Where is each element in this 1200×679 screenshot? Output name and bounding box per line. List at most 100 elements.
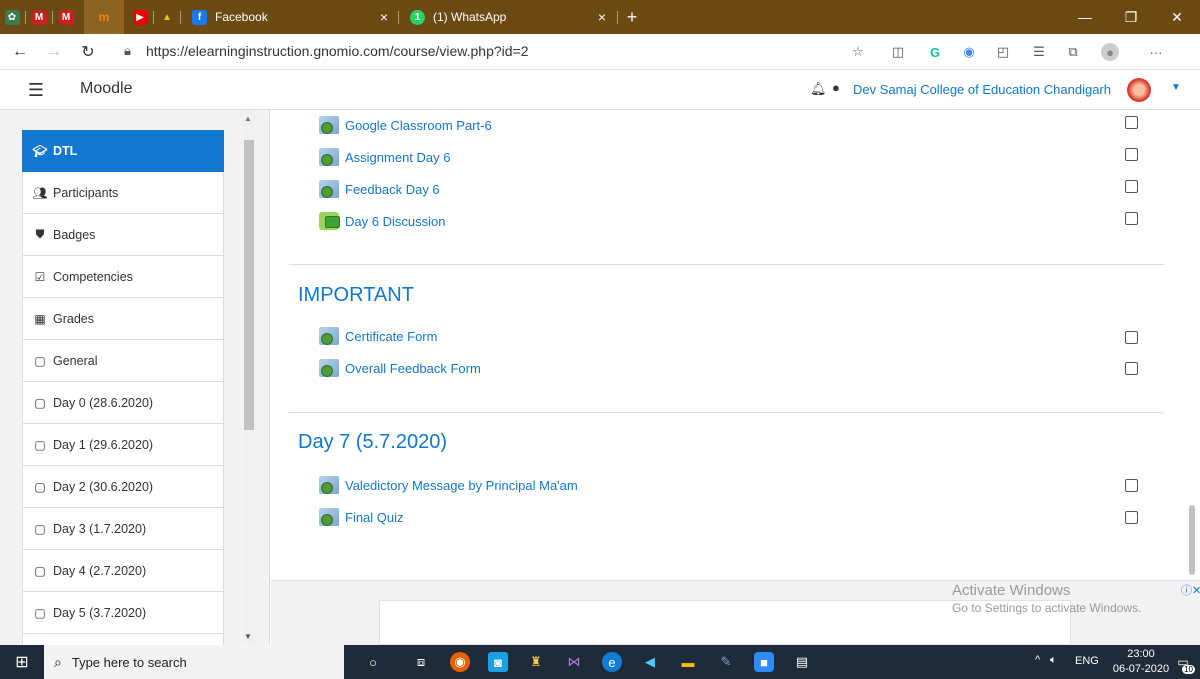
scroll-up-icon[interactable]: ▲ bbox=[244, 114, 252, 123]
tab-pinned-drive[interactable]: ▲ bbox=[155, 0, 179, 34]
refresh-button[interactable]: ↻ bbox=[72, 34, 104, 70]
activity-link[interactable]: Final Quiz bbox=[319, 506, 404, 528]
activity-link[interactable]: Feedback Day 6 bbox=[319, 178, 440, 200]
favorites-list-icon[interactable]: ☰ bbox=[1030, 43, 1048, 61]
activate-windows-watermark: Activate Windows bbox=[952, 582, 1071, 599]
scroll-down-icon[interactable]: ▼ bbox=[244, 632, 252, 641]
gmail-icon: M bbox=[58, 9, 74, 25]
sidebar-item-participants[interactable]: 👥︎ Participants bbox=[22, 172, 224, 214]
user-name[interactable]: Dev Samaj College of Education Chandigar… bbox=[853, 82, 1111, 97]
sidebar-item-grades[interactable]: ▦ Grades bbox=[22, 298, 224, 340]
file-explorer-icon[interactable]: ▬ bbox=[678, 652, 698, 672]
user-avatar[interactable] bbox=[1127, 78, 1151, 102]
close-icon[interactable]: × bbox=[598, 9, 606, 25]
back-button[interactable]: ← bbox=[4, 34, 36, 70]
notepad-icon[interactable]: ▤ bbox=[792, 652, 812, 672]
sidebar-item-label: Day 3 (1.7.2020) bbox=[53, 521, 147, 536]
activity-link[interactable]: Certificate Form bbox=[319, 325, 437, 347]
edge-icon[interactable]: e bbox=[602, 652, 622, 672]
favorite-star-icon[interactable]: ☆ bbox=[849, 43, 867, 61]
sidebar-item-day-3-1-7-2020[interactable]: ▢ Day 3 (1.7.2020) bbox=[22, 508, 224, 550]
app-icon[interactable]: ◙ bbox=[488, 652, 508, 672]
sidebar-item-day-1-29-6-2020[interactable]: ▢ Day 1 (29.6.2020) bbox=[22, 424, 224, 466]
action-center-icon[interactable]: ▭ 10 bbox=[1173, 652, 1195, 674]
restore-button[interactable]: ❐ bbox=[1108, 0, 1154, 34]
completion-checkbox[interactable] bbox=[1125, 148, 1138, 161]
content-scrollbar-thumb[interactable] bbox=[1189, 505, 1195, 575]
tab-pinned-gmail-2[interactable]: M bbox=[54, 0, 78, 34]
cortana-icon[interactable]: ○ bbox=[363, 652, 383, 672]
visual-studio-icon[interactable]: ⋈ bbox=[564, 652, 584, 672]
chevron-down-icon[interactable]: ▼ bbox=[1171, 82, 1181, 93]
completion-checkbox[interactable] bbox=[1125, 116, 1138, 129]
windows-start-icon[interactable]: ⊞ bbox=[0, 645, 44, 679]
tab-pinned-1[interactable]: ✿ bbox=[0, 0, 24, 34]
app-icon[interactable]: ✎ bbox=[716, 652, 736, 672]
show-hidden-icons-icon[interactable]: ^ bbox=[1035, 654, 1040, 666]
url-field[interactable]: https://elearninginstruction.gnomio.com/… bbox=[146, 43, 529, 59]
completion-checkbox[interactable] bbox=[1125, 180, 1138, 193]
sidebar-item-dtl[interactable]: 🎓︎ DTL bbox=[22, 130, 224, 172]
menu-toggle-icon[interactable]: ☰ bbox=[20, 74, 52, 106]
whatsapp-icon: 1 bbox=[410, 9, 425, 25]
page-icon bbox=[319, 359, 339, 377]
sidebar-item-competencies[interactable]: ☑ Competencies bbox=[22, 256, 224, 298]
language-indicator[interactable]: ENG bbox=[1075, 655, 1099, 667]
profile-icon[interactable]: ● bbox=[1101, 43, 1119, 61]
task-view-icon[interactable]: ⧈ bbox=[411, 652, 431, 672]
volume-icon[interactable]: 🔈︎ bbox=[1050, 654, 1057, 667]
sidebar-scrollbar-thumb[interactable] bbox=[244, 140, 254, 430]
completion-checkbox[interactable] bbox=[1125, 331, 1138, 344]
windows-taskbar: ⊞ ⌕ Type here to search ○ ⧈ ◉ ◙ ♜ ⋈ e ◀ … bbox=[0, 645, 1200, 679]
paint-icon[interactable]: ♜ bbox=[526, 652, 546, 672]
google-drive-icon: ▲ bbox=[162, 11, 172, 23]
clock-date[interactable]: 06-07-2020 bbox=[1107, 663, 1175, 675]
firefox-icon[interactable]: ◉ bbox=[450, 652, 470, 672]
close-icon[interactable]: × bbox=[380, 9, 388, 25]
taskbar-search-box[interactable]: ⌕ Type here to search bbox=[44, 645, 344, 679]
activity-link[interactable]: Day 6 Discussion bbox=[319, 210, 445, 232]
completion-checkbox[interactable] bbox=[1125, 479, 1138, 492]
grammarly-icon[interactable]: G bbox=[926, 43, 944, 61]
collections-button-icon[interactable]: ⧉ bbox=[1064, 43, 1082, 61]
sidebar-item-general[interactable]: ▢ General bbox=[22, 340, 224, 382]
tab-facebook[interactable]: f Facebook × bbox=[182, 0, 398, 34]
sidebar-item-day-0-28-6-2020[interactable]: ▢ Day 0 (28.6.2020) bbox=[22, 382, 224, 424]
minimize-button[interactable]: — bbox=[1062, 0, 1108, 34]
collections-icon[interactable]: ◰ bbox=[994, 43, 1012, 61]
activity-label: Final Quiz bbox=[345, 509, 404, 525]
tab-separator bbox=[617, 11, 618, 24]
messages-icon[interactable]: ● bbox=[832, 80, 840, 95]
activity-link[interactable]: Overall Feedback Form bbox=[319, 357, 481, 379]
zoom-icon[interactable]: ■ bbox=[754, 652, 774, 672]
new-tab-button[interactable]: + bbox=[620, 0, 644, 34]
sidebar-item-day-5-3-7-2020[interactable]: ▢ Day 5 (3.7.2020) bbox=[22, 592, 224, 634]
extension-icon[interactable]: ◫ bbox=[889, 43, 907, 61]
activity-link[interactable]: Google Classroom Part-6 bbox=[319, 114, 492, 136]
completion-checkbox[interactable] bbox=[1125, 362, 1138, 375]
folder-icon: ▢ bbox=[34, 395, 46, 410]
notifications-bell-icon[interactable]: 🔔︎ bbox=[810, 81, 827, 97]
tab-moodle-active[interactable]: m bbox=[84, 0, 124, 34]
clock-time[interactable]: 23:00 bbox=[1117, 648, 1165, 660]
completion-checkbox[interactable] bbox=[1125, 212, 1138, 225]
tab-pinned-youtube[interactable]: ▶ bbox=[128, 0, 152, 34]
sidebar-item-day-6-4-7-2020[interactable]: ▢Day 6 (4.7.2020) bbox=[22, 634, 224, 645]
more-options-icon[interactable]: ··· bbox=[1147, 43, 1165, 61]
tab-whatsapp[interactable]: 1 (1) WhatsApp × bbox=[400, 0, 616, 34]
ad-info-icon[interactable]: ⓘ✕ bbox=[1181, 582, 1200, 598]
sidebar-item-badges[interactable]: ⛊ Badges bbox=[22, 214, 224, 256]
activity-link[interactable]: Valedictory Message by Principal Ma'am bbox=[319, 474, 578, 496]
activity-link[interactable]: Assignment Day 6 bbox=[319, 146, 451, 168]
close-window-button[interactable]: ✕ bbox=[1154, 0, 1200, 34]
app-icon[interactable]: ◀ bbox=[640, 652, 660, 672]
activate-windows-hint: Go to Settings to activate Windows. bbox=[952, 601, 1142, 615]
tab-pinned-gmail-1[interactable]: M bbox=[27, 0, 51, 34]
course-content: Google Classroom Part-6 Assignment Day 6… bbox=[271, 110, 1200, 645]
sidebar-item-day-2-30-6-2020[interactable]: ▢ Day 2 (30.6.2020) bbox=[22, 466, 224, 508]
translate-icon[interactable]: ◉ bbox=[960, 43, 978, 61]
forward-button[interactable]: → bbox=[38, 34, 70, 70]
sidebar-item-day-4-2-7-2020[interactable]: ▢ Day 4 (2.7.2020) bbox=[22, 550, 224, 592]
site-brand[interactable]: Moodle bbox=[80, 80, 132, 98]
completion-checkbox[interactable] bbox=[1125, 511, 1138, 524]
